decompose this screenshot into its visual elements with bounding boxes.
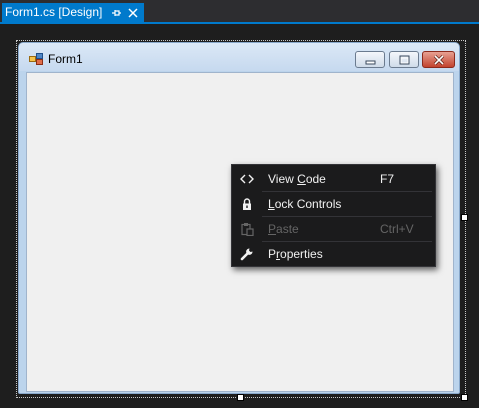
resize-handle-bottom[interactable] (237, 394, 244, 401)
document-tab-strip: Form1.cs [Design] (0, 0, 479, 22)
close-button[interactable] (422, 51, 455, 68)
resize-handle-bottom-right[interactable] (461, 394, 468, 401)
minimize-button[interactable] (355, 51, 385, 68)
form-icon (29, 53, 43, 65)
menu-item-shortcut: Ctrl+V (380, 222, 414, 236)
menu-item-label: View Code (268, 172, 326, 186)
menu-item-paste[interactable]: Paste Ctrl+V (232, 217, 435, 241)
wrench-icon (240, 248, 253, 261)
menu-item-lock-controls[interactable]: Lock Controls (232, 192, 435, 216)
tab-form1-design[interactable]: Form1.cs [Design] (2, 3, 144, 22)
menu-item-label: Lock Controls (268, 197, 342, 211)
paste-icon (241, 223, 254, 236)
close-window-icon (433, 54, 445, 66)
maximize-button[interactable] (389, 51, 419, 68)
menu-item-label: Properties (268, 247, 323, 261)
context-menu: View Code F7 Lock Controls Paste Ctrl+V … (231, 164, 436, 267)
tab-title: Form1.cs [Design] (5, 5, 103, 19)
minimize-icon (365, 60, 376, 65)
menu-item-properties[interactable]: Properties (232, 242, 435, 266)
maximize-icon (399, 55, 410, 65)
menu-item-label: Paste (268, 222, 299, 236)
form-title: Form1 (48, 52, 83, 66)
menu-item-view-code[interactable]: View Code F7 (232, 167, 435, 191)
close-icon[interactable] (127, 7, 139, 19)
pin-icon[interactable] (110, 7, 122, 19)
lock-icon (243, 198, 251, 210)
code-brackets-icon (240, 174, 254, 184)
form-title-bar[interactable]: Form1 (19, 43, 459, 71)
resize-handle-right[interactable] (461, 214, 468, 221)
menu-item-shortcut: F7 (380, 172, 395, 186)
